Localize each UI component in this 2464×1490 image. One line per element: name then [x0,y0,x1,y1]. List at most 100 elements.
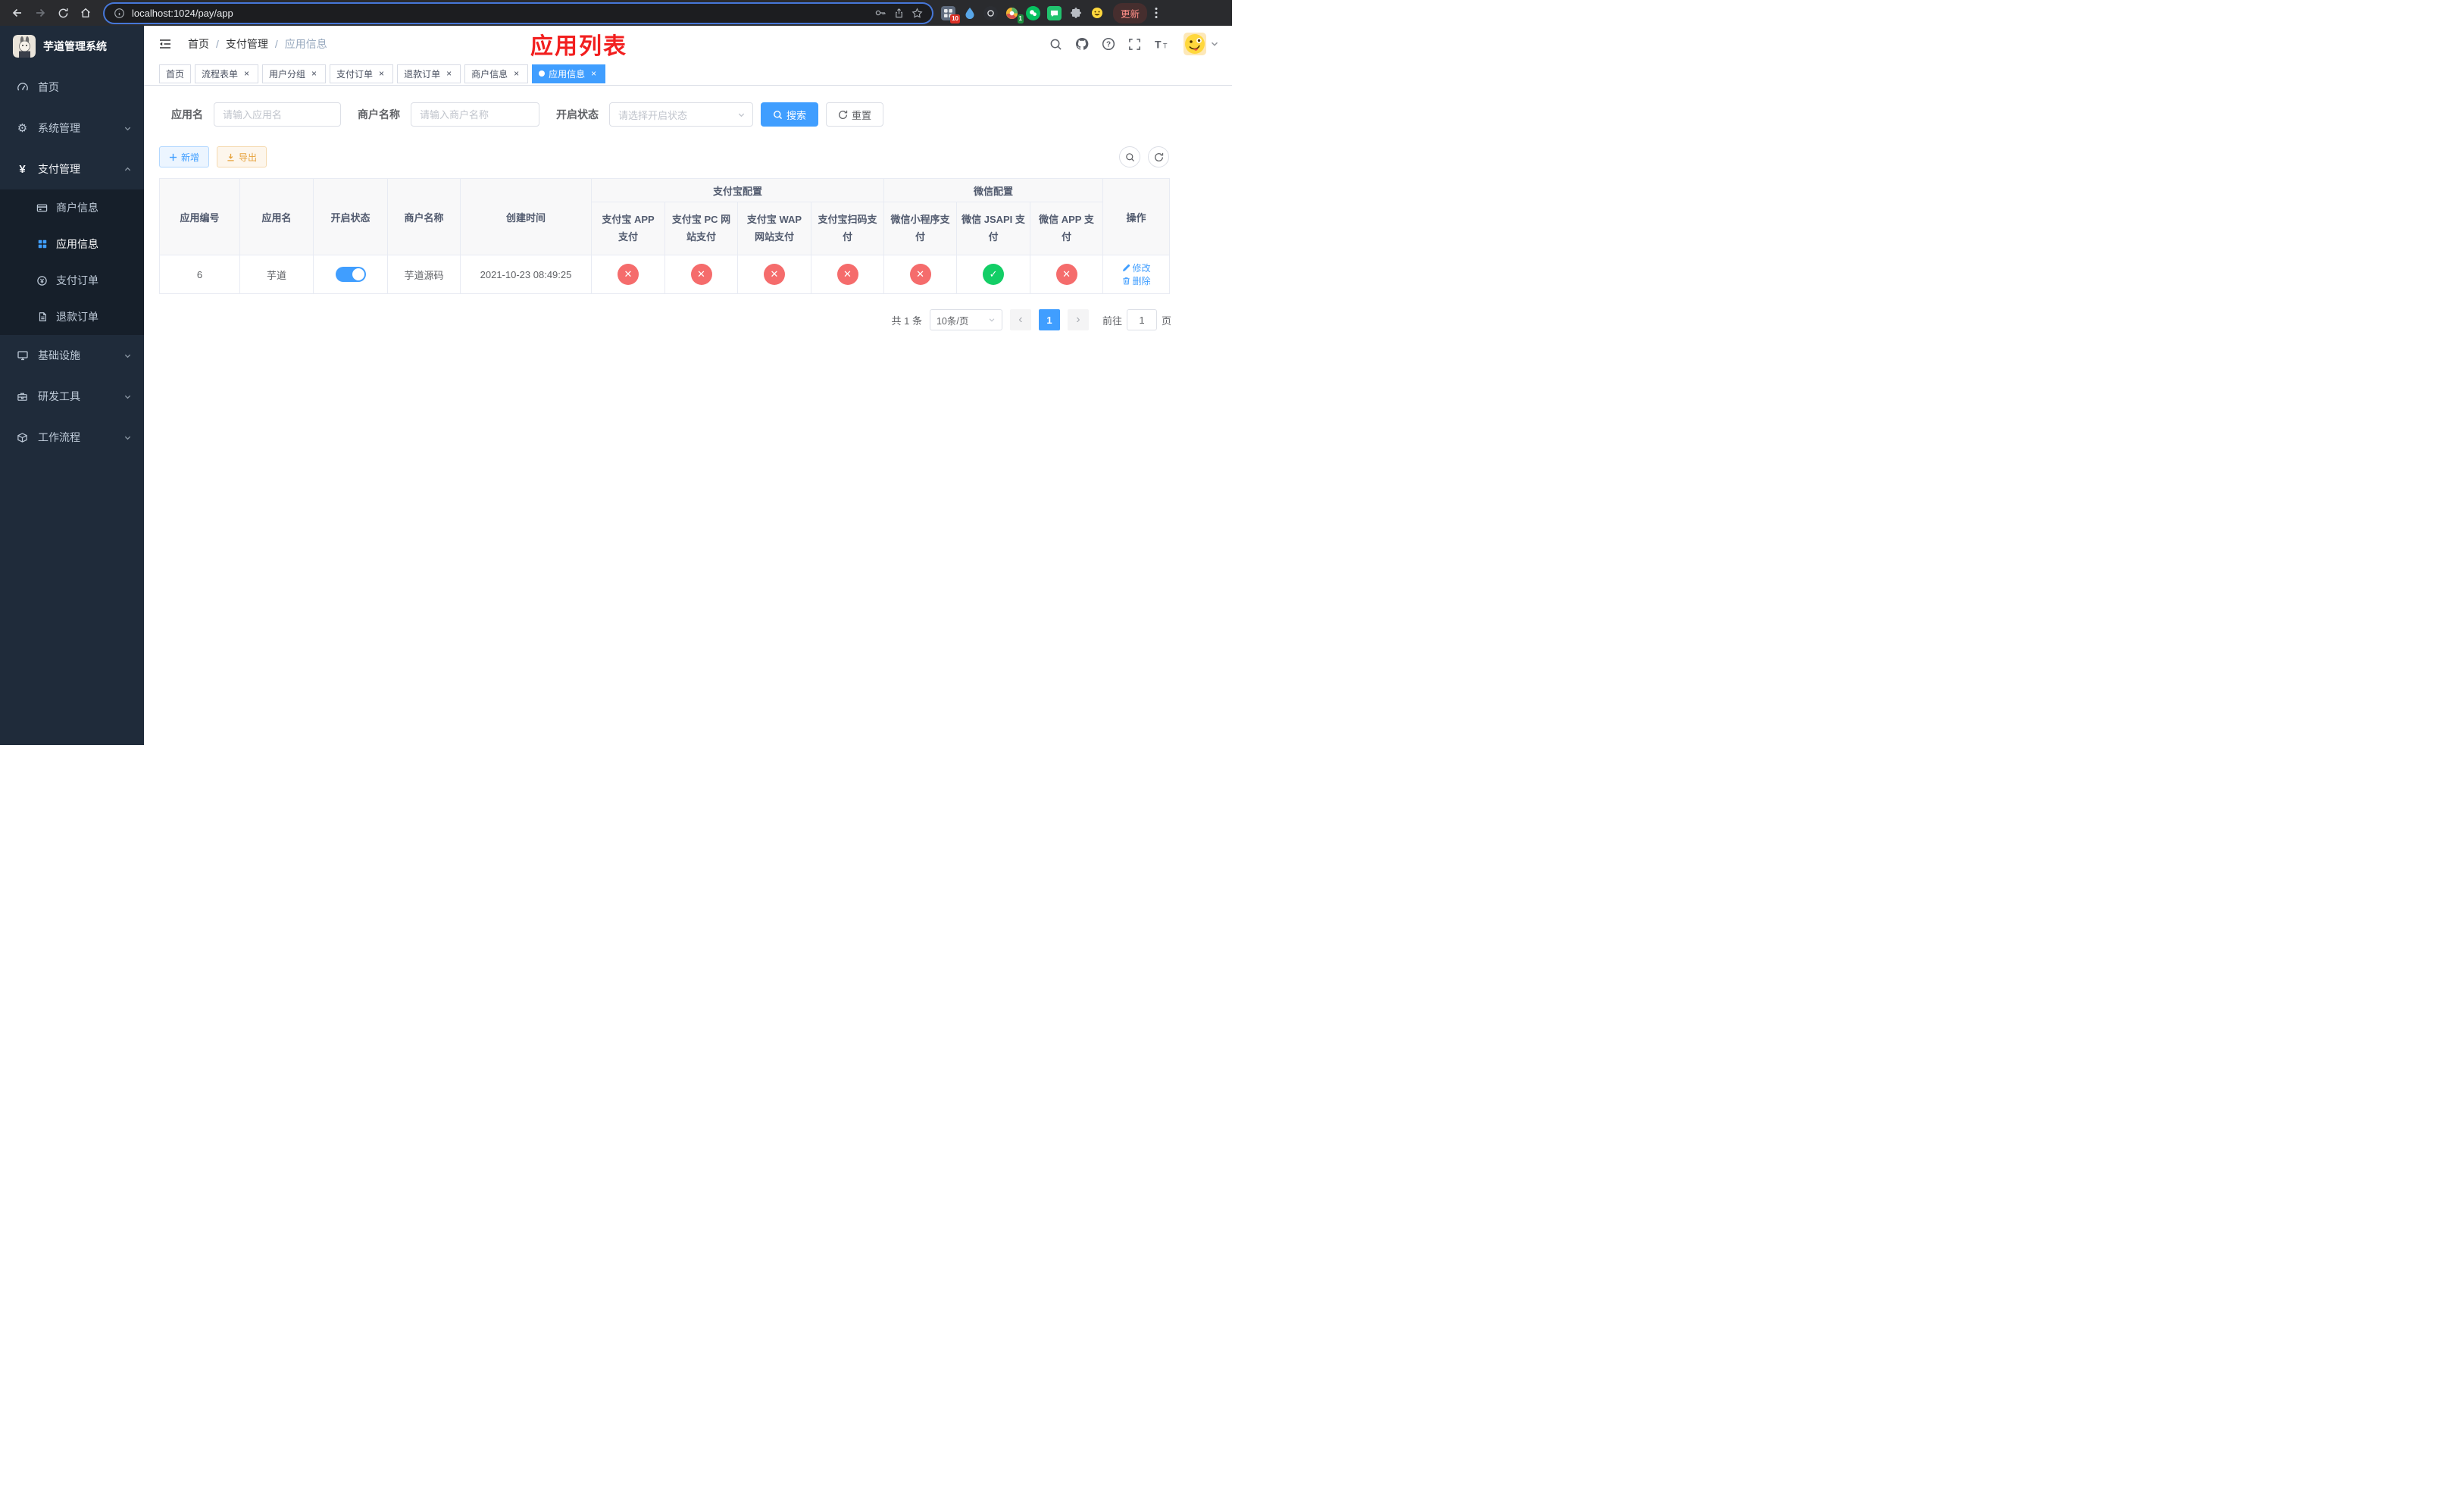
sidebar-collapse-button[interactable] [155,34,175,54]
edit-link[interactable]: 修改 [1122,261,1151,274]
refresh-table-button[interactable] [1148,146,1169,167]
font-size-button[interactable]: TT [1154,38,1168,51]
home-button[interactable] [76,3,95,23]
forward-icon [36,8,45,17]
reset-button[interactable]: 重置 [826,102,884,127]
sidebar-item-label: 退款订单 [56,311,98,323]
user-menu[interactable] [1184,33,1218,55]
enable-status-select[interactable]: 请选择开启状态 [609,102,753,127]
yen-icon: ¥ [19,162,26,176]
water-drop-extension-icon[interactable] [962,6,977,20]
col-actions: 操作 [1102,178,1171,255]
cell-app-name: 芋道 [239,255,314,294]
extensions-puzzle-icon[interactable] [1068,6,1083,20]
delete-link[interactable]: 删除 [1122,274,1151,287]
next-page-button[interactable]: › [1067,309,1089,330]
svg-text:T: T [1155,38,1162,50]
sidebar-item-merchant-info[interactable]: 商户信息 [0,189,144,226]
goto-page-input[interactable] [1126,309,1157,330]
col-alipay-qr: 支付宝扫码支付 [810,202,885,255]
app-name-label: 应用名 [171,108,203,121]
tab-grid-extension-icon[interactable]: 10 [941,5,960,23]
status-toggle[interactable] [335,267,366,282]
search-icon [1050,39,1062,50]
sidebar: 芋道管理系统 首页 ⚙ 系统管理 ¥ 支付管理 商户信息 应用信息 支付订单 退… [0,26,144,745]
col-wechat-app: 微信 APP 支付 [1030,202,1104,255]
sidebar-item-refund-order[interactable]: 退款订单 [0,299,144,335]
export-button[interactable]: 导出 [217,146,267,167]
tab-refund-order[interactable]: 退款订单 × [397,64,461,83]
search-button[interactable]: 搜索 [761,102,819,127]
wechat-extension-icon[interactable] [1026,5,1040,20]
breadcrumb-separator: / [274,38,278,50]
merchant-name-input[interactable] [411,102,539,127]
toolbox-icon [16,391,29,402]
sidebar-item-home[interactable]: 首页 [0,67,144,108]
add-button[interactable]: 新增 [159,146,210,167]
record-extension-icon[interactable] [983,5,998,20]
fullscreen-icon [1129,38,1140,50]
tab-app-info[interactable]: 应用信息 × [532,64,606,83]
breadcrumb-item-home[interactable]: 首页 [188,36,209,52]
page-overlay-title: 应用列表 [530,34,627,59]
add-button-label: 新增 [181,152,200,163]
close-icon[interactable]: × [589,69,599,79]
svg-text:?: ? [1106,41,1111,49]
close-icon[interactable]: × [309,69,319,79]
kebab-menu-icon [1155,8,1158,18]
help-button[interactable]: ? [1102,37,1115,51]
sidebar-item-devtools[interactable]: 研发工具 [0,376,144,417]
forward-button[interactable] [30,3,50,23]
sidebar-item-workflow[interactable]: 工作流程 [0,417,144,458]
tab-user-group[interactable]: 用户分组 × [262,64,327,83]
browser-menu-button[interactable] [1155,7,1158,19]
fullscreen-button[interactable] [1128,38,1141,51]
page-size-select[interactable]: 10条/页 [929,309,1002,330]
sidebar-item-payment[interactable]: ¥ 支付管理 [0,149,144,189]
back-button[interactable] [8,3,27,23]
share-icon[interactable] [893,8,905,19]
colorful-wheel-extension-icon[interactable]: 1 [1005,6,1024,23]
toolbar-right [1119,146,1169,167]
close-icon[interactable]: × [444,69,454,79]
prev-page-button[interactable]: ‹ [1009,309,1031,330]
pagination: 共 1 条 10条/页 ‹ 1 › 前往 页 [159,309,1171,330]
close-icon[interactable]: × [242,69,252,79]
header-search-button[interactable] [1049,38,1062,51]
sidebar-item-app-info[interactable]: 应用信息 [0,226,144,262]
chat-extension-icon[interactable] [1047,5,1062,20]
emoji-extension-icon[interactable] [1090,6,1104,20]
breadcrumb-item-payment[interactable]: 支付管理 [226,36,268,52]
avatar[interactable] [1184,33,1206,55]
app-name-input[interactable] [214,102,341,127]
toggle-search-button[interactable] [1119,146,1140,167]
page-number-button[interactable]: 1 [1038,309,1060,330]
tab-payment-order[interactable]: 支付订单 × [330,64,394,83]
site-info-icon[interactable] [114,8,125,19]
payment-submenu: 商户信息 应用信息 支付订单 退款订单 [0,189,144,335]
sidebar-item-payment-order[interactable]: 支付订单 [0,262,144,299]
tab-home[interactable]: 首页 [159,64,192,83]
page-content: 应用名 商户名称 开启状态 请选择开启状态 搜索 重置 [144,86,1171,330]
sidebar-item-infrastructure[interactable]: 基础设施 [0,335,144,376]
extension-badge: 1 [1017,14,1024,23]
tab-process-form[interactable]: 流程表单 × [195,64,259,83]
github-button[interactable] [1075,37,1089,51]
tab-merchant-info[interactable]: 商户信息 × [464,64,529,83]
bookmark-star-icon[interactable] [911,7,923,19]
search-button-label: 搜索 [786,109,807,121]
sidebar-item-label: 工作流程 [38,431,80,443]
close-icon[interactable]: × [511,69,521,79]
sidebar-item-system[interactable]: ⚙ 系统管理 [0,108,144,149]
reload-button[interactable] [53,3,73,23]
app-logo-row: 芋道管理系统 [0,26,144,67]
col-alipay-app: 支付宝 APP 支付 [591,202,665,255]
password-key-icon[interactable] [874,7,886,19]
download-icon [227,153,234,161]
app-title: 芋道管理系统 [43,40,107,52]
browser-update-button[interactable]: 更新 [1113,2,1148,23]
close-icon[interactable]: × [377,69,386,79]
address-bar[interactable]: localhost:1024/pay/app [105,3,932,23]
reset-button-label: 重置 [852,109,872,121]
document-icon [36,311,48,322]
